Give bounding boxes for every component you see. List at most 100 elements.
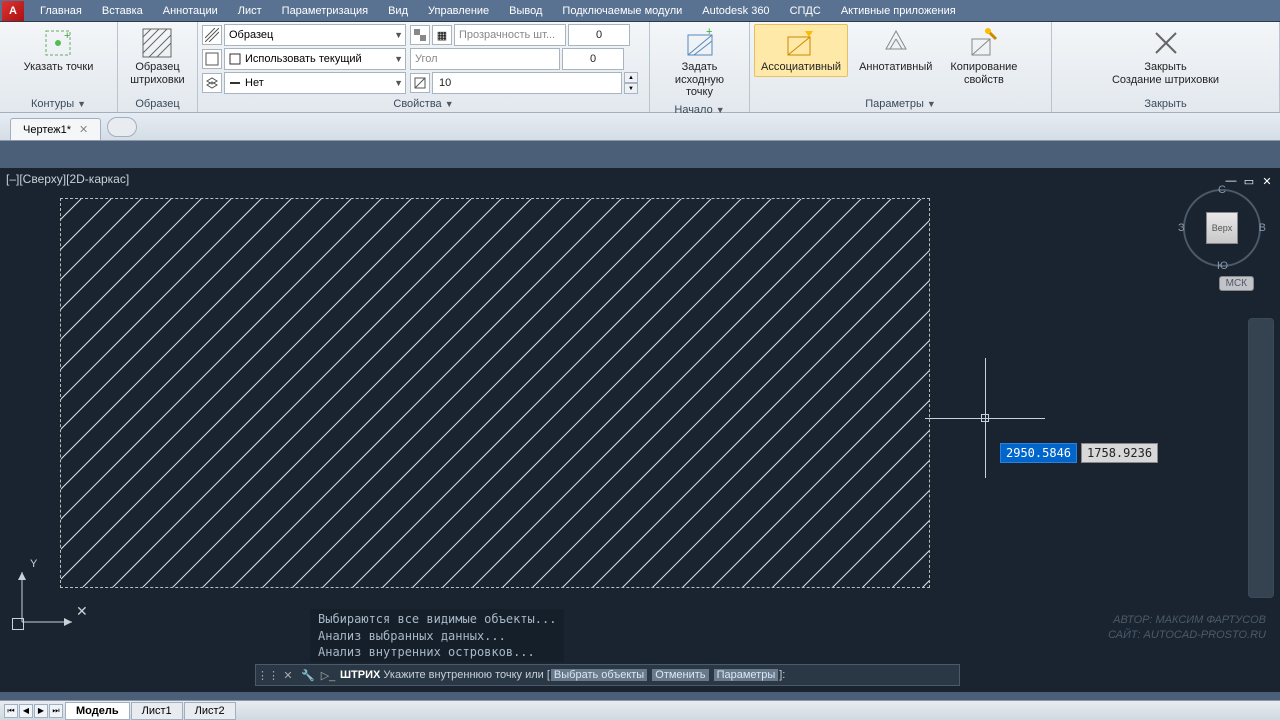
cmdline-opt-undo[interactable]: Отменить	[652, 669, 708, 681]
viewcube[interactable]: С Ю В З Верх	[1182, 188, 1262, 268]
file-tab-strip: Чертеж1* ✕	[0, 113, 1280, 141]
match-props-button[interactable]: Копирование свойств	[943, 24, 1024, 89]
cmdline-close-icon[interactable]: ✕	[280, 667, 296, 683]
none-combo[interactable]: Нет▼	[224, 72, 406, 94]
command-history: Выбираются все видимые объекты... Анализ…	[310, 609, 564, 662]
hatch-pattern-button[interactable]: Образец штриховки	[123, 24, 191, 89]
panel-origin: + Задать исходную точку Начало▼	[650, 22, 750, 112]
set-origin-button[interactable]: + Задать исходную точку	[654, 24, 745, 102]
cmdline-prompt-icon: ▷_	[320, 667, 336, 683]
pattern-combo[interactable]: Образец▼	[224, 24, 406, 46]
menu-spds[interactable]: СПДС	[780, 2, 831, 20]
panel-params: Ассоциативный Аннотативный Копирование с…	[750, 22, 1052, 112]
panel-contours: + Указать точки Контуры▼	[0, 22, 118, 112]
match-props-icon	[968, 27, 1000, 59]
scale-icon[interactable]	[410, 73, 430, 93]
pick-points-icon: +	[42, 27, 74, 59]
dynamic-input: 2950.5846 1758.9236	[1000, 443, 1158, 463]
cmd-history-line: Выбираются все видимые объекты...	[318, 611, 556, 627]
viewcube-south[interactable]: Ю	[1217, 260, 1228, 272]
app-icon[interactable]: A	[2, 1, 24, 21]
color-icon[interactable]	[202, 49, 222, 69]
file-tab-drawing1[interactable]: Чертеж1* ✕	[10, 118, 101, 140]
viewcube-north[interactable]: С	[1218, 184, 1226, 196]
menu-layout[interactable]: Лист	[228, 2, 272, 20]
annotative-icon	[880, 27, 912, 59]
use-current-combo[interactable]: Использовать текущий▼	[224, 48, 406, 70]
menu-parametric[interactable]: Параметризация	[272, 2, 378, 20]
menu-plugins[interactable]: Подключаемые модули	[552, 2, 692, 20]
tab-model[interactable]: Модель	[65, 702, 130, 720]
transparency-lock-icon[interactable]: ▦	[432, 25, 452, 45]
transparency-icon[interactable]	[410, 25, 430, 45]
hatch-rectangle	[60, 198, 930, 588]
pick-points-button[interactable]: + Указать точки	[17, 24, 101, 77]
svg-text:+: +	[64, 30, 70, 42]
menu-autodesk360[interactable]: Autodesk 360	[692, 2, 779, 20]
menu-view[interactable]: Вид	[378, 2, 418, 20]
pick-marker-icon: ✕	[76, 603, 88, 620]
vp-maximize-icon[interactable]: ▭	[1242, 174, 1256, 188]
menu-active-apps[interactable]: Активные приложения	[831, 2, 966, 20]
menu-output[interactable]: Вывод	[499, 2, 552, 20]
panel-title-pattern: Образец	[129, 96, 185, 112]
hatch-type-icon[interactable]	[202, 25, 222, 45]
tab-nav-first-icon[interactable]: ⏮	[4, 704, 18, 718]
coord-x-input[interactable]: 2950.5846	[1000, 443, 1077, 463]
panel-title-params[interactable]: Параметры▼	[859, 96, 942, 112]
file-tab-label: Чертеж1*	[23, 124, 71, 136]
angle-value[interactable]	[562, 48, 624, 70]
close-hatch-button[interactable]: Закрыть Создание штриховки	[1105, 24, 1226, 89]
viewport-label[interactable]: [–][Сверху][2D-каркас]	[6, 172, 129, 186]
hatch-pattern-icon	[141, 27, 173, 59]
vp-close-icon[interactable]: ✕	[1260, 174, 1274, 188]
command-line[interactable]: ⋮⋮ ✕ 🔧 ▷_ ШТРИХ Укажите внутреннюю точку…	[255, 664, 960, 686]
scale-spinner[interactable]: ▲▼	[624, 72, 638, 94]
menu-annotate[interactable]: Аннотации	[153, 2, 228, 20]
tab-nav-prev-icon[interactable]: ◀	[19, 704, 33, 718]
tab-sheet2[interactable]: Лист2	[184, 702, 236, 720]
layer-icon[interactable]	[202, 73, 222, 93]
panel-title-close: Закрыть	[1138, 96, 1192, 112]
tab-nav-next-icon[interactable]: ▶	[34, 704, 48, 718]
cmdline-opt-settings[interactable]: Параметры	[714, 669, 779, 681]
cmdline-opt-select[interactable]: Выбрать объекты	[551, 669, 647, 681]
scale-value[interactable]	[432, 72, 622, 94]
pick-points-label: Указать точки	[24, 61, 94, 74]
panel-properties: Образец▼ Использовать текущий▼ Нет▼ ▦	[198, 22, 650, 112]
coord-y-input[interactable]: 1758.9236	[1081, 443, 1158, 463]
panel-title-contours[interactable]: Контуры▼	[25, 96, 92, 112]
menu-insert[interactable]: Вставка	[92, 2, 153, 20]
viewcube-wcs-badge[interactable]: МСК	[1219, 276, 1254, 291]
panel-title-origin[interactable]: Начало▼	[668, 102, 730, 118]
menu-home[interactable]: Главная	[30, 2, 92, 20]
viewcube-east[interactable]: В	[1259, 222, 1266, 234]
cmdline-text: ШТРИХ Укажите внутреннюю точку или [Выбр…	[340, 669, 785, 681]
cmdline-grip-icon[interactable]: ⋮⋮	[260, 667, 276, 683]
associative-button[interactable]: Ассоциативный	[754, 24, 848, 77]
drawing-canvas[interactable]: [–][Сверху][2D-каркас] — ▭ ✕ 2950.5846 1…	[0, 168, 1280, 692]
panel-title-properties[interactable]: Свойства▼	[387, 96, 459, 112]
angle-field[interactable]: Угол	[410, 48, 560, 70]
menu-manage[interactable]: Управление	[418, 2, 499, 20]
tab-sheet1[interactable]: Лист1	[131, 702, 183, 720]
annotative-button[interactable]: Аннотативный	[852, 24, 939, 77]
viewcube-west[interactable]: З	[1178, 222, 1185, 234]
layout-tab-bar: ⏮ ◀ ▶ ⏭ Модель Лист1 Лист2	[0, 700, 1280, 720]
cmdline-config-icon[interactable]: 🔧	[300, 667, 316, 683]
vp-minimize-icon[interactable]: —	[1224, 174, 1238, 188]
tab-nav-last-icon[interactable]: ⏭	[49, 704, 63, 718]
annotative-label: Аннотативный	[859, 61, 932, 74]
panel-pattern: Образец штриховки Образец	[118, 22, 198, 112]
transparency-field[interactable]: Прозрачность шт...	[454, 24, 566, 46]
transparency-value[interactable]	[568, 24, 630, 46]
associative-icon	[785, 27, 817, 59]
ucs-y-label: Y	[30, 558, 37, 570]
navigation-bar[interactable]	[1248, 318, 1274, 598]
new-tab-button[interactable]	[107, 117, 137, 137]
menu-bar: A Главная Вставка Аннотации Лист Парамет…	[0, 0, 1280, 22]
hatch-pattern-label: Образец штриховки	[130, 61, 184, 86]
watermark: АВТОР: МАКСИМ ФАРТУСОВ САЙТ: AUTOCAD-PRO…	[1108, 613, 1266, 642]
file-tab-close-icon[interactable]: ✕	[79, 123, 88, 136]
close-icon	[1150, 27, 1182, 59]
